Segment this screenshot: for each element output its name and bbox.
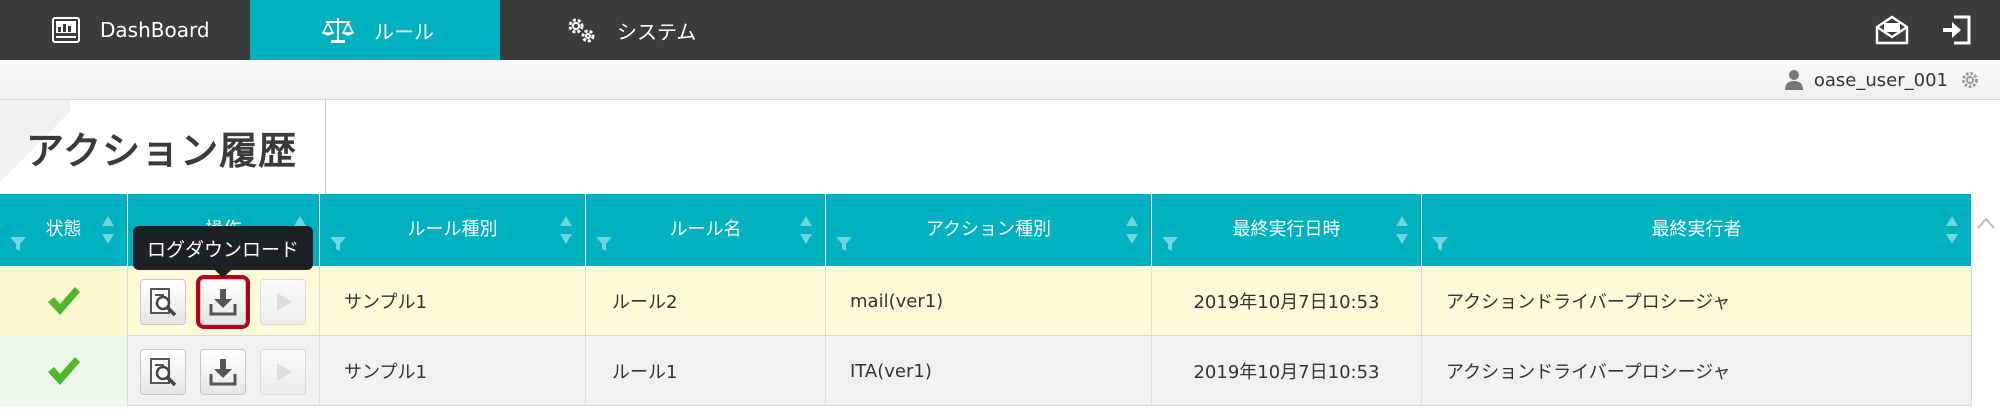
col-header-label: 最終実行日時 <box>1232 219 1341 240</box>
tab-system-label: システム <box>617 19 697 44</box>
download-icon <box>209 359 237 386</box>
user-icon <box>1784 70 1803 90</box>
last-exec-user-cell: アクションドライバープロシージャ <box>1422 266 1972 336</box>
filter-icon[interactable] <box>1162 236 1178 252</box>
page-title-area: アクション履歴 <box>0 100 326 194</box>
gears-icon <box>568 18 595 43</box>
run-button[interactable] <box>260 279 306 325</box>
col-header-label: 状態 <box>45 219 82 240</box>
filter-icon[interactable] <box>596 236 612 252</box>
rule-type-cell: サンプル1 <box>320 266 586 336</box>
tab-system[interactable]: システム <box>500 0 750 60</box>
logout-button[interactable] <box>1938 12 1974 48</box>
rule-type-cell: サンプル1 <box>320 336 586 406</box>
tab-rule-label: ルール <box>374 19 434 44</box>
col-header-rule-type[interactable]: ルール種別 <box>320 194 586 266</box>
filter-icon[interactable] <box>1432 236 1448 252</box>
sort-icon[interactable] <box>1945 214 1959 246</box>
mail-button[interactable] <box>1874 12 1910 48</box>
detail-button[interactable] <box>140 349 186 395</box>
rule-name-cell: ルール1 <box>586 336 826 406</box>
col-header-label: ルール種別 <box>407 219 498 240</box>
magnifier-document-icon <box>150 358 177 387</box>
filter-icon[interactable] <box>836 236 852 252</box>
dashboard-icon <box>52 17 80 43</box>
filter-icon[interactable] <box>10 236 26 252</box>
detail-button[interactable] <box>140 279 186 325</box>
sort-icon[interactable] <box>1395 214 1409 246</box>
download-icon <box>209 289 237 316</box>
page-title: アクション履歴 <box>26 129 298 173</box>
col-header-action-type[interactable]: アクション種別 <box>826 194 1152 266</box>
check-icon <box>47 287 80 315</box>
last-exec-date-cell: 2019年10月7日10:53 <box>1152 266 1422 336</box>
scales-icon <box>322 18 354 43</box>
col-header-label: 最終実行者 <box>1651 219 1742 240</box>
tooltip-text: ログダウンロード <box>146 238 299 261</box>
rule-name-cell: ルール2 <box>586 266 826 336</box>
logout-icon <box>1943 15 1971 45</box>
sort-icon[interactable] <box>559 214 573 246</box>
tab-rule[interactable]: ルール <box>250 0 500 60</box>
tab-dashboard-label: DashBoard <box>100 18 210 42</box>
filter-icon[interactable] <box>330 236 346 252</box>
last-exec-date-cell: 2019年10月7日10:53 <box>1152 336 1422 406</box>
magnifier-document-icon <box>150 288 177 317</box>
col-header-rule-name[interactable]: ルール名 <box>586 194 826 266</box>
last-exec-user-cell: アクションドライバープロシージャ <box>1422 336 1972 406</box>
col-header-last-exec-date[interactable]: 最終実行日時 <box>1152 194 1422 266</box>
log-download-button[interactable] <box>200 279 246 325</box>
operation-cell <box>128 336 320 406</box>
status-cell <box>0 266 128 336</box>
settings-gear-icon[interactable] <box>1960 70 1980 90</box>
user-name: oase_user_001 <box>1813 69 1948 91</box>
col-header-status[interactable]: 状態 <box>0 194 128 266</box>
play-icon <box>277 293 292 311</box>
check-icon <box>47 357 80 385</box>
action-type-cell: mail(ver1) <box>826 266 1152 336</box>
tooltip: ログダウンロード <box>133 226 313 278</box>
col-header-label: アクション種別 <box>925 219 1052 240</box>
status-cell <box>0 336 128 406</box>
sort-icon[interactable] <box>1125 214 1139 246</box>
action-type-cell: ITA(ver1) <box>826 336 1152 406</box>
log-download-button[interactable] <box>200 349 246 395</box>
col-header-last-exec-user[interactable]: 最終実行者 <box>1422 194 1972 266</box>
table-row[interactable]: サンプル1 ルール2 mail(ver1) 2019年10月7日10:53 アク… <box>0 266 1972 336</box>
scroll-up-icon[interactable] <box>1976 216 1996 230</box>
sort-icon[interactable] <box>101 214 115 246</box>
table-row[interactable]: サンプル1 ルール1 ITA(ver1) 2019年10月7日10:53 アクシ… <box>0 336 1972 406</box>
user-bar: oase_user_001 <box>0 60 2000 100</box>
run-button[interactable] <box>260 349 306 395</box>
mail-icon <box>1875 15 1909 45</box>
play-icon <box>277 363 292 381</box>
sort-icon[interactable] <box>799 214 813 246</box>
col-header-label: ルール名 <box>669 219 742 240</box>
tab-dashboard[interactable]: DashBoard <box>0 0 250 60</box>
user-info: oase_user_001 <box>1784 66 1980 94</box>
top-nav: DashBoard ルール システム <box>0 0 2000 60</box>
